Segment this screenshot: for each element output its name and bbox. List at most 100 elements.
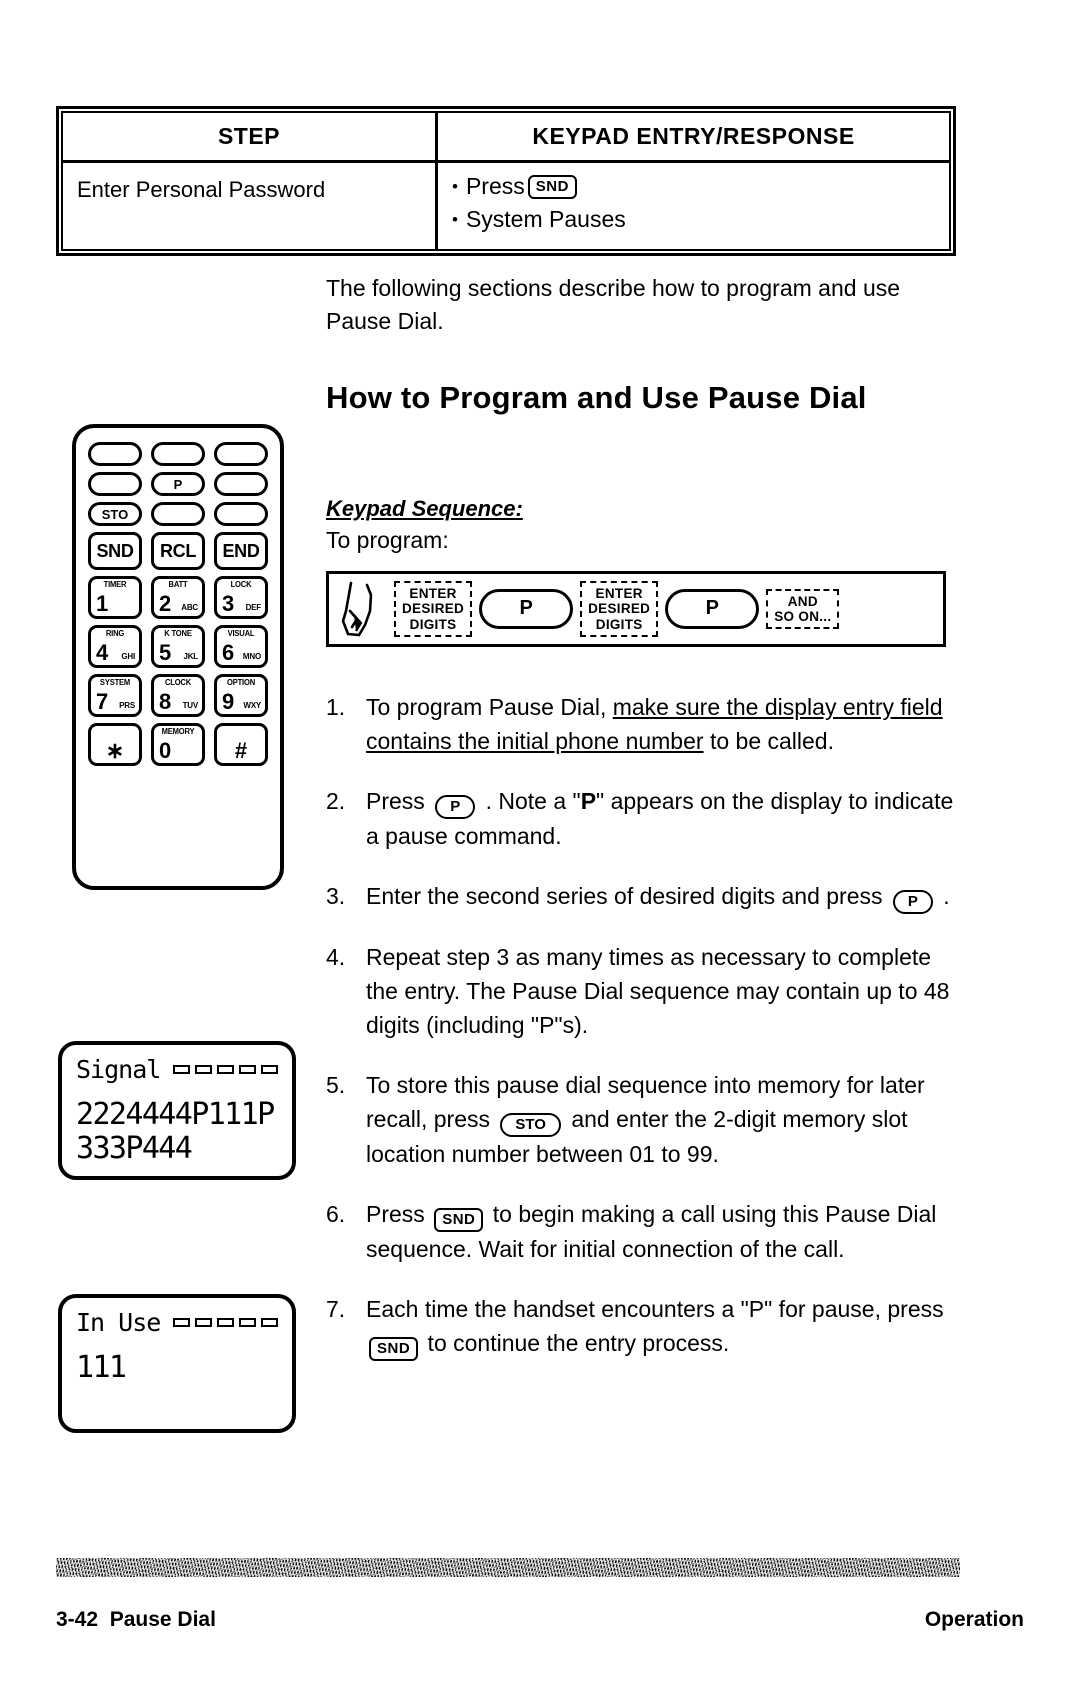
- handset-key-function-label: OPTION: [227, 678, 255, 687]
- step-item: 7. Each time the handset encounters a "P"…: [326, 1292, 960, 1362]
- sequence-instruction-line: DESIRED: [588, 601, 651, 617]
- handset-key-digit: 4: [96, 640, 109, 665]
- handset-number-row: ∗ MEMORY 0 #: [88, 723, 268, 766]
- step-text-run: Press: [366, 1201, 432, 1228]
- handset-key-9[interactable]: OPTION 9 WXY: [214, 674, 268, 717]
- response-text-press: Press: [465, 173, 525, 199]
- signal-bar-segment-icon: [217, 1065, 234, 1074]
- step-text-run: to be called.: [703, 728, 834, 755]
- handset-key-blank[interactable]: [214, 472, 268, 496]
- response-text-system-pauses: System Pauses: [465, 206, 626, 232]
- table-header-row: STEP KEYPAD ENTRY/RESPONSE: [63, 113, 949, 163]
- pause-key-glyph[interactable]: P: [435, 795, 476, 820]
- handset-key-star[interactable]: ∗: [88, 723, 142, 766]
- step-text-run: Enter the second series of desired digit…: [366, 883, 889, 910]
- footer-left: 3-42 Pause Dial: [56, 1608, 216, 1632]
- sequence-pause-key-glyph[interactable]: P: [665, 589, 760, 629]
- handset-keypad-illustration: P STO SND RCL END TIMER 1 BATT 2 ABC LOCK 3 DEF RIN…: [72, 424, 284, 890]
- sequence-pause-key-glyph[interactable]: P: [479, 589, 574, 629]
- step-text-run: . Note a ": [479, 788, 581, 815]
- signal-bar-segment-icon: [173, 1318, 190, 1327]
- handset-number-row: SYSTEM 7 PRS CLOCK 8 TUV OPTION 9 WXY: [88, 674, 268, 717]
- signal-display: Signal 2224444P111P 333P444: [58, 1041, 296, 1180]
- handset-key-1[interactable]: TIMER 1: [88, 576, 142, 619]
- handset-key-7[interactable]: SYSTEM 7 PRS: [88, 674, 142, 717]
- step-number: 3.: [326, 883, 346, 910]
- step-text: To program Pause Dial, make sure the dis…: [366, 690, 960, 758]
- handset-key-6[interactable]: VISUAL 6 MNO: [214, 625, 268, 668]
- sequence-instruction-line: DIGITS: [595, 616, 643, 632]
- handset-key-function-label: K TONE: [164, 629, 192, 638]
- page-number: 3-42: [56, 1608, 99, 1631]
- sequence-instruction-line: ENTER: [595, 586, 643, 602]
- handset-soft-row: STO: [88, 502, 268, 526]
- signal-strength-bars-icon: [173, 1065, 278, 1074]
- pause-key-glyph[interactable]: P: [892, 890, 933, 915]
- signal-bar-segment-icon: [217, 1318, 234, 1327]
- table-header-response: KEYPAD ENTRY/RESPONSE: [532, 123, 855, 149]
- in-use-status-text: In Use: [76, 1308, 161, 1337]
- table-cell-response: • Press SND • System Pauses: [438, 163, 949, 249]
- handset-soft-row: [88, 442, 268, 466]
- keypad-sequence-diagram: ENTER DESIRED DIGITS P ENTER DESIRED DIGITS P AN…: [326, 571, 946, 647]
- step-item: 2. Press P . Note a "P" appears on the di…: [326, 784, 960, 853]
- handset-key-function-label: SYSTEM: [99, 678, 131, 687]
- handset-key-function-label: MEMORY: [161, 727, 195, 736]
- snd-key-glyph[interactable]: SND: [434, 1208, 484, 1233]
- step-number: 1.: [326, 694, 346, 720]
- step-item: 5. To store this pause dial sequence into…: [326, 1068, 960, 1171]
- step-number: 7.: [326, 1296, 346, 1323]
- sequence-instruction-line: SO ON...: [774, 609, 832, 624]
- step-number: 6.: [326, 1201, 346, 1228]
- handset-key-digit: 6: [222, 640, 235, 665]
- in-use-signal-bars-icon: [173, 1318, 278, 1327]
- emphasis-bold: P: [580, 788, 597, 815]
- keypad-sequence-label: Keypad Sequence:: [326, 496, 523, 521]
- handset-key-sto[interactable]: STO: [88, 502, 142, 526]
- handset-key-blank[interactable]: [88, 442, 142, 466]
- table-header-step-cell: STEP: [63, 113, 438, 160]
- step-response-table: STEP KEYPAD ENTRY/RESPONSE Enter Persona…: [56, 106, 956, 256]
- step-text: Press SND to begin making a call using t…: [366, 1197, 960, 1266]
- handset-key-digit: 1: [96, 591, 109, 616]
- signal-bar-segment-icon: [195, 1318, 212, 1327]
- sequence-instruction-line: DESIRED: [402, 601, 465, 617]
- step-text-run: To program Pause Dial,: [366, 694, 613, 720]
- handset-key-2[interactable]: BATT 2 ABC: [151, 576, 205, 619]
- handset-key-digit: 3: [222, 591, 235, 616]
- handset-key-blank[interactable]: [151, 442, 205, 466]
- handset-key-letters: WXY: [243, 701, 261, 710]
- signal-bar-segment-icon: [261, 1318, 278, 1327]
- handset-key-snd[interactable]: SND: [88, 532, 142, 570]
- handset-key-function-label: VISUAL: [227, 629, 255, 638]
- step-number: 4.: [326, 944, 346, 971]
- handset-key-8[interactable]: CLOCK 8 TUV: [151, 674, 205, 717]
- sequence-instruction-box: ENTER DESIRED DIGITS: [394, 581, 473, 637]
- snd-key-glyph[interactable]: SND: [369, 1337, 419, 1362]
- handset-key-letters: PRS: [119, 701, 135, 710]
- handset-key-3[interactable]: LOCK 3 DEF: [214, 576, 268, 619]
- sequence-instruction-box: ENTER DESIRED DIGITS: [580, 581, 659, 637]
- step-item: 1. To program Pause Dial, make sure the d…: [326, 690, 960, 758]
- table-row: Enter Personal Password • Press SND • Sy…: [63, 163, 949, 249]
- numbered-steps-list: 1. To program Pause Dial, make sure the d…: [326, 690, 960, 1387]
- snd-key-glyph[interactable]: SND: [527, 174, 577, 199]
- handset-key-function-label: RING: [105, 629, 125, 638]
- step-text-run: to continue the entry process.: [421, 1330, 730, 1357]
- in-use-display-digits: 111: [76, 1351, 278, 1385]
- handset-key-p[interactable]: P: [151, 472, 205, 496]
- sto-key-glyph[interactable]: STO: [500, 1113, 561, 1138]
- handset-key-blank[interactable]: [151, 502, 205, 526]
- handset-key-blank[interactable]: [214, 502, 268, 526]
- handset-key-function-label: TIMER: [103, 580, 127, 589]
- keypad-sequence-sublabel: To program:: [326, 527, 449, 553]
- handset-key-blank[interactable]: [214, 442, 268, 466]
- handset-key-pound[interactable]: #: [214, 723, 268, 766]
- handset-key-rcl[interactable]: RCL: [151, 532, 205, 570]
- handset-key-function-label: BATT: [168, 580, 188, 589]
- handset-key-5[interactable]: K TONE 5 JKL: [151, 625, 205, 668]
- handset-key-0[interactable]: MEMORY 0: [151, 723, 205, 766]
- handset-key-end[interactable]: END: [214, 532, 268, 570]
- handset-key-blank[interactable]: [88, 472, 142, 496]
- handset-key-4[interactable]: RING 4 GHI: [88, 625, 142, 668]
